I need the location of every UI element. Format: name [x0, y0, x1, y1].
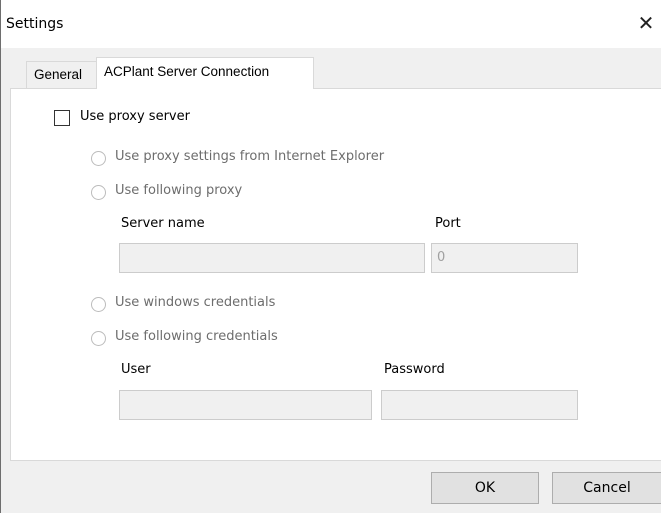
radio-following-credentials-label: Use following credentials	[115, 329, 278, 344]
tab-general[interactable]: General	[26, 61, 97, 88]
cancel-button[interactable]: Cancel	[552, 472, 661, 504]
close-icon[interactable]: ✕	[631, 8, 661, 38]
user-label: User	[121, 362, 151, 377]
use-proxy-checkbox[interactable]	[54, 110, 70, 126]
tab-acplant-server-connection[interactable]: ACPlant Server Connection	[96, 57, 314, 89]
radio-windows-credentials-label: Use windows credentials	[115, 295, 276, 310]
server-name-field[interactable]	[119, 243, 425, 273]
password-field[interactable]	[381, 390, 578, 420]
password-label: Password	[384, 362, 445, 377]
use-proxy-label: Use proxy server	[80, 109, 190, 124]
radio-ie-proxy-label: Use proxy settings from Internet Explore…	[115, 149, 385, 164]
port-field[interactable]: 0	[431, 243, 578, 273]
tab-panel: Use proxy server Use proxy settings from…	[10, 88, 661, 461]
radio-following-credentials[interactable]	[91, 331, 106, 346]
radio-following-proxy-label: Use following proxy	[115, 183, 243, 198]
title-bar: Settings ✕	[1, 0, 661, 48]
port-label: Port	[435, 216, 461, 231]
radio-ie-proxy[interactable]	[91, 151, 106, 166]
user-field[interactable]	[119, 390, 372, 420]
radio-windows-credentials[interactable]	[91, 297, 106, 312]
radio-following-proxy[interactable]	[91, 185, 106, 200]
settings-dialog: Settings ✕ General ACPlant Server Connec…	[0, 0, 661, 513]
window-title: Settings	[6, 16, 64, 32]
server-name-label: Server name	[121, 216, 205, 231]
button-bar: OK Cancel	[1, 461, 661, 513]
ok-button[interactable]: OK	[431, 472, 539, 504]
